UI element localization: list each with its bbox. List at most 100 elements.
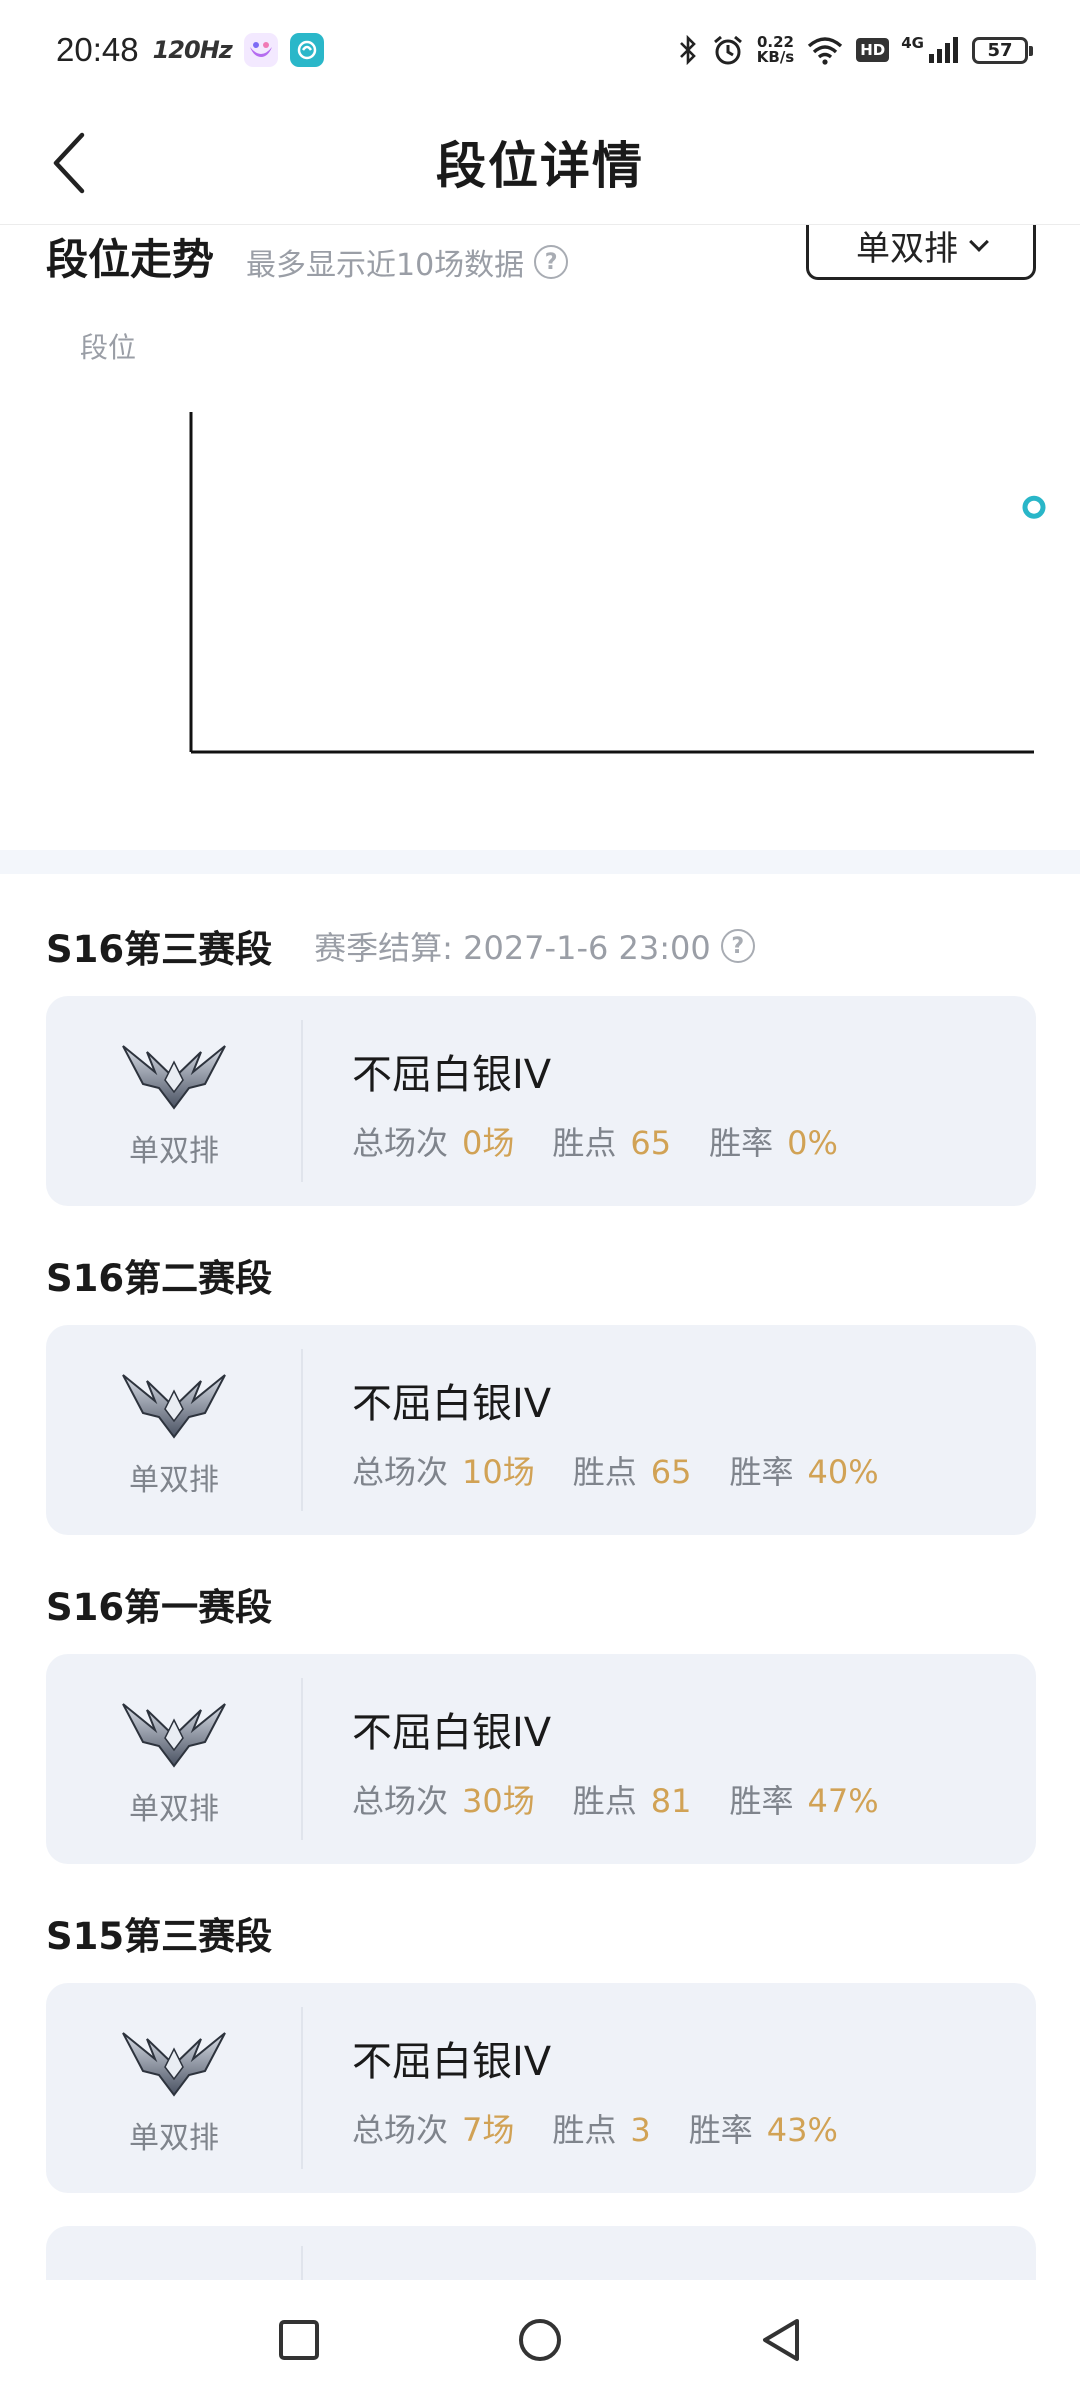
stat-winrate: 胜率 47% xyxy=(729,1776,878,1822)
card-divider xyxy=(301,1020,303,1182)
rank-badge-block: 单双排 xyxy=(46,1654,302,1864)
stat-winrate-value: 47% xyxy=(807,1782,879,1820)
rank-card[interactable]: 单双排 不屈白银IV 总场次 30场 胜点 81 胜率 47% xyxy=(46,1654,1036,1864)
help-icon[interactable]: ? xyxy=(534,245,569,279)
stat-games-label: 总场次 xyxy=(352,2111,449,2149)
rank-trend-header: 段位走势 最多显示近10场数据 ? 单双排 xyxy=(46,214,1036,288)
season-section: S15第三赛段 单双排 不屈白银IV 总场次 7场 胜点 3 胜率 43% xyxy=(46,1903,1036,2193)
rank-trend-hint: 最多显示近10场数据 xyxy=(246,248,525,283)
stat-winrate: 胜率 43% xyxy=(689,2105,838,2151)
stat-games: 总场次 30场 xyxy=(352,1776,535,1822)
stat-winrate: 胜率 40% xyxy=(729,1447,878,1493)
rank-stats: 总场次 7场 胜点 3 胜率 43% xyxy=(352,2105,838,2151)
stat-points: 胜点 81 xyxy=(573,1776,692,1822)
season-header: S16第二赛段 xyxy=(46,1245,1036,1305)
section-divider xyxy=(0,850,1080,874)
chart-canvas xyxy=(189,412,1046,754)
wifi-icon xyxy=(808,37,843,65)
home-circle-icon[interactable] xyxy=(516,2316,564,2364)
rank-name: 不屈白银IV xyxy=(352,2039,552,2085)
rank-stats: 总场次 0场 胜点 65 胜率 0% xyxy=(352,1118,838,1164)
page: 20:48 120Hz 0.22 KB/s HD 4G 57 段位详情 段位走势… xyxy=(0,0,1080,2400)
queue-type: 单双排 xyxy=(129,2121,219,2156)
stat-points: 胜点 65 xyxy=(552,1118,671,1164)
queue-type: 单双排 xyxy=(129,1463,219,1498)
season-title: S16第一赛段 xyxy=(46,1586,273,1629)
card-divider xyxy=(301,2007,303,2169)
season-section: S16第一赛段 单双排 不屈白银IV 总场次 30场 胜点 81 胜率 47% xyxy=(46,1574,1036,1864)
card-divider xyxy=(301,1349,303,1511)
stat-games: 总场次 10场 xyxy=(352,1447,535,1493)
rank-card[interactable]: 单双排 不屈白银IV 总场次 10场 胜点 65 胜率 40% xyxy=(46,1325,1036,1535)
rank-badge-block: 单双排 xyxy=(46,996,302,1206)
stat-points: 胜点 65 xyxy=(573,1447,692,1493)
chevron-left-icon xyxy=(53,132,85,194)
status-icons: 0.22 KB/s HD 4G 57 xyxy=(677,33,1033,67)
stat-winrate-value: 0% xyxy=(787,1124,838,1162)
refresh-rate: 120Hz xyxy=(152,36,233,64)
top-app-bar: 段位详情 xyxy=(0,100,1080,225)
season-title: S15第三赛段 xyxy=(46,1915,273,1958)
back-triangle-icon[interactable] xyxy=(759,2316,803,2364)
chart-y-axis-label: 段位 xyxy=(80,331,137,364)
stat-winrate-label: 胜率 xyxy=(688,2111,753,2149)
silver-rank-badge-icon xyxy=(122,1703,226,1768)
stat-games-value: 10场 xyxy=(462,1453,535,1491)
rank-stats: 总场次 10场 胜点 65 胜率 40% xyxy=(352,1447,879,1493)
season-settle: 赛季结算: 2027-1-6 23:00 ? xyxy=(314,923,755,969)
stat-winrate-label: 胜率 xyxy=(729,1453,794,1491)
stat-points: 胜点 3 xyxy=(552,2105,650,2151)
stat-games-value: 0场 xyxy=(462,1124,515,1162)
stat-games-label: 总场次 xyxy=(352,1453,449,1491)
rank-stats: 总场次 30场 胜点 81 胜率 47% xyxy=(352,1776,879,1822)
rank-card[interactable]: 单双排 不屈白银IV 总场次 0场 胜点 65 胜率 0% xyxy=(46,996,1036,1206)
rank-trend-chart: 段位 xyxy=(0,310,1080,780)
season-header: S16第一赛段 xyxy=(46,1574,1036,1634)
network-type: 4G xyxy=(901,34,924,52)
recent-apps-square-icon[interactable] xyxy=(277,2318,321,2362)
rank-trend-title: 段位走势 xyxy=(46,235,215,284)
stat-games: 总场次 7场 xyxy=(352,2105,514,2151)
queue-mode-label: 单双排 xyxy=(856,229,958,269)
season-title: S16第二赛段 xyxy=(46,1257,273,1300)
stat-winrate: 胜率 0% xyxy=(709,1118,838,1164)
stat-games-value: 30场 xyxy=(462,1782,535,1820)
battery-icon: 57 xyxy=(972,36,1033,64)
stat-points-value: 65 xyxy=(650,1453,692,1491)
chart-data-point xyxy=(1022,495,1046,519)
help-icon[interactable]: ? xyxy=(720,929,755,963)
stat-points-value: 3 xyxy=(630,2111,651,2149)
rank-card-partial[interactable] xyxy=(46,2226,1036,2286)
stat-games-value: 7场 xyxy=(462,2111,515,2149)
stat-points-label: 胜点 xyxy=(552,2111,617,2149)
rank-trend-subtitle: 最多显示近10场数据 ? xyxy=(246,240,569,284)
stat-games-label: 总场次 xyxy=(352,1782,449,1820)
stat-points-value: 81 xyxy=(650,1782,692,1820)
stat-winrate-label: 胜率 xyxy=(729,1782,794,1820)
rank-badge-block: 单双排 xyxy=(46,1983,302,2193)
network-speed: 0.22 KB/s xyxy=(757,35,794,65)
alarm-icon xyxy=(713,35,742,65)
signal-icon xyxy=(929,37,958,63)
stat-points-label: 胜点 xyxy=(572,1453,637,1491)
queue-type: 单双排 xyxy=(129,1134,219,1169)
card-divider xyxy=(301,1678,303,1840)
stat-games-label: 总场次 xyxy=(352,1124,449,1162)
silver-rank-badge-icon xyxy=(122,1045,226,1110)
stat-winrate-value: 40% xyxy=(807,1453,879,1491)
back-button[interactable] xyxy=(38,128,98,198)
rank-name: 不屈白银IV xyxy=(352,1052,552,1098)
silver-rank-badge-icon xyxy=(122,2032,226,2097)
rank-name: 不屈白银IV xyxy=(352,1710,552,1756)
status-time: 20:48 xyxy=(56,31,139,68)
net-speed-unit: KB/s xyxy=(756,48,795,66)
stat-winrate-label: 胜率 xyxy=(709,1124,774,1162)
season-header: S15第三赛段 xyxy=(46,1903,1036,1963)
status-bar: 20:48 120Hz 0.22 KB/s HD 4G 57 xyxy=(0,0,1080,100)
stat-points-value: 65 xyxy=(630,1124,672,1162)
season-title: S16第三赛段 xyxy=(46,928,273,971)
season-section: S16第二赛段 单双排 不屈白银IV 总场次 10场 胜点 65 胜率 40% xyxy=(46,1245,1036,1535)
stat-points-label: 胜点 xyxy=(572,1782,637,1820)
rank-card[interactable]: 单双排 不屈白银IV 总场次 7场 胜点 3 胜率 43% xyxy=(46,1983,1036,2193)
rank-badge-block: 单双排 xyxy=(46,1325,302,1535)
